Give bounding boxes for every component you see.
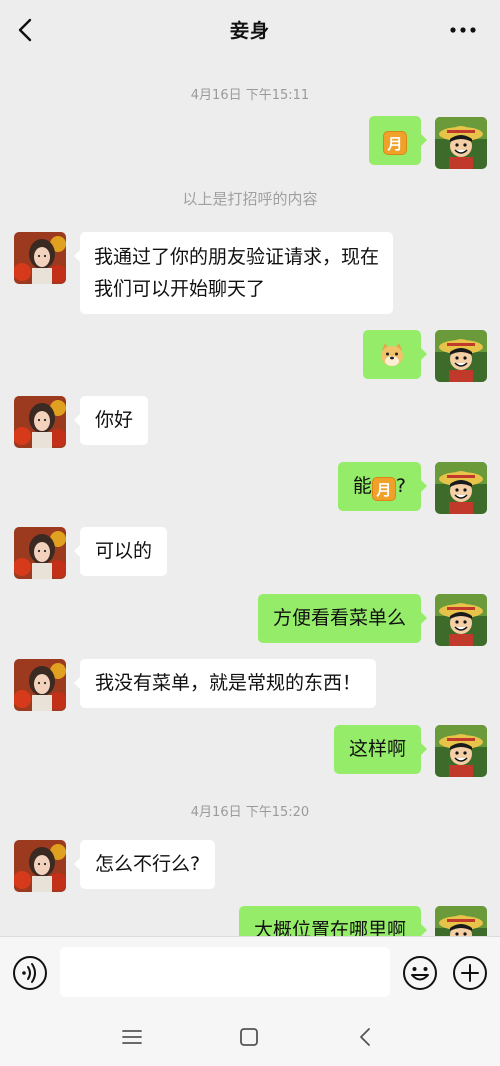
message-text: ? [395,475,406,497]
message-text: 大概位置在哪里啊 [253,919,406,936]
message-text: 怎么不行么? [95,853,201,875]
avatar-contact[interactable] [14,527,66,579]
message-bubble-incoming[interactable]: 你好 [73,396,149,445]
message-bubble-incoming[interactable]: 我通过了你的朋友验证请求，现在 我们可以开始聊天了 [73,232,394,314]
message-bubble-incoming[interactable]: 可以的 [73,527,168,576]
message-text: 我通过了你的朋友验证请求，现在 [94,246,380,268]
avatar-self[interactable] [435,725,487,777]
message-bubble-incoming[interactable]: 怎么不行么? [73,840,216,889]
message-input-bar [0,936,500,1008]
system-note: 以上是打招呼的内容 [182,190,318,208]
smiley-icon[interactable] [402,955,438,991]
system-nav-bar [0,1008,500,1066]
message-text: 方便看看菜单么 [272,607,406,629]
message-bubble-outgoing[interactable]: 方便看看菜单么 [257,594,428,643]
message-text: 可以的 [95,540,153,562]
message-bubble-outgoing[interactable]: 月 [369,116,427,165]
home-square-icon[interactable] [234,1022,264,1052]
avatar-self[interactable] [435,594,487,646]
avatar-contact[interactable] [14,232,66,284]
doge-emoji [381,342,403,366]
message-text: 你好 [95,409,134,431]
message-bubble-outgoing[interactable] [363,330,427,379]
avatar-contact[interactable] [14,659,66,711]
timestamp: 4月16日 下午15:11 [190,88,310,103]
menu-icon[interactable] [117,1022,147,1052]
avatar-contact[interactable] [14,396,66,448]
avatar-self[interactable] [435,330,487,382]
avatar-self[interactable] [435,462,487,514]
message-text: 我们可以开始聊天了 [94,278,266,300]
message-text: 能 [352,475,372,497]
message-bubble-outgoing[interactable]: 这样啊 [333,725,428,774]
more-dots-icon[interactable] [448,18,478,42]
chat-message-list[interactable]: 4月16日 下午15:11 月 以上是打招呼的内容 我通过了你的朋友验证请求，现… [0,60,500,936]
message-bubble-outgoing[interactable]: 大概位置在哪里啊 [238,906,428,936]
message-bubble-outgoing[interactable]: 能月? [337,462,428,511]
chat-title: 妾身 [229,20,270,42]
message-bubble-incoming[interactable]: 我没有菜单，就是常规的东西！ [73,659,377,708]
plus-circle-icon[interactable] [452,955,488,991]
moon-emoji: 月 [371,477,396,501]
voice-icon[interactable] [12,955,48,991]
avatar-contact[interactable] [14,840,66,892]
chat-header: 妾身 [0,0,500,60]
timestamp: 4月16日 下午15:20 [190,805,310,820]
back-triangle-icon[interactable] [351,1022,381,1052]
message-text: 这样啊 [348,738,406,760]
message-text: 我没有菜单，就是常规的东西！ [95,672,362,694]
avatar-self[interactable] [435,117,487,169]
moon-emoji: 月 [383,131,407,155]
message-text-input[interactable] [60,947,390,997]
avatar-self[interactable] [435,906,487,936]
